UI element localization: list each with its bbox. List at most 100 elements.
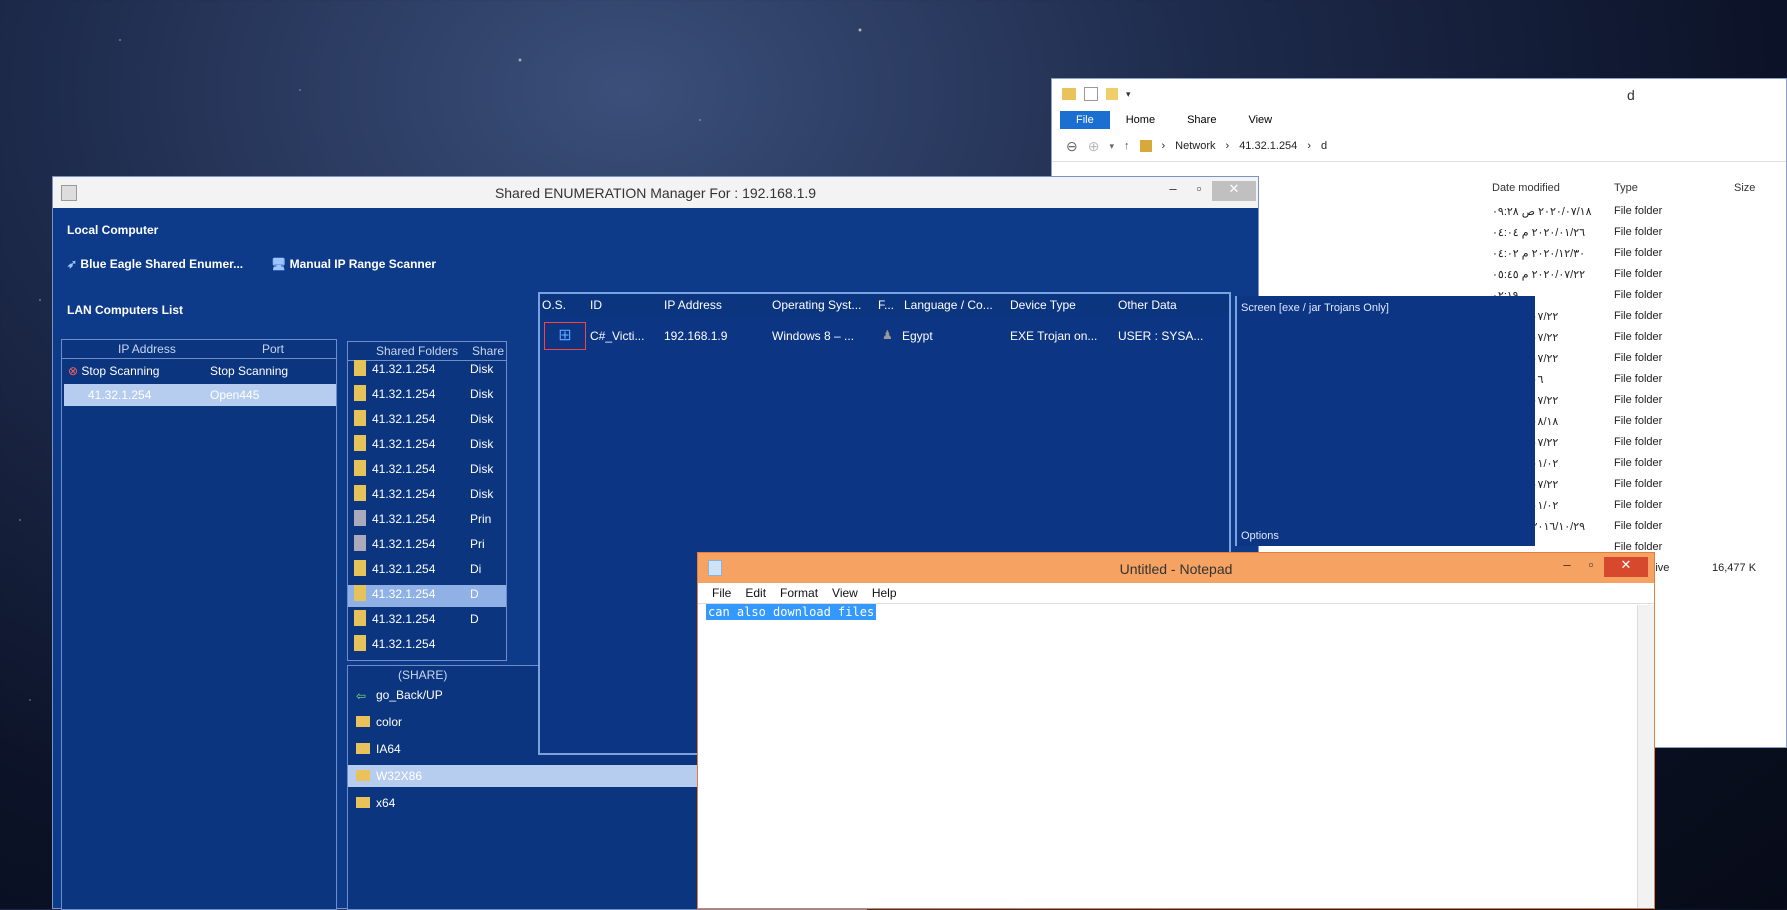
stop-icon: ⊗: [68, 364, 79, 378]
share-type: Disk: [470, 412, 494, 426]
sem-titlebar: Shared ENUMERATION Manager For : 192.168…: [53, 177, 1258, 208]
share-ip[interactable]: 41.32.1.254: [372, 487, 435, 501]
file-type: File folder: [1614, 457, 1663, 469]
file-type: File folder: [1614, 499, 1663, 511]
column-ip[interactable]: IP Address: [664, 298, 722, 312]
column-size[interactable]: Size: [1734, 182, 1755, 194]
file-date: ٢٠٢٠/١٢/٣٠ م ٠٤:٠٢: [1492, 248, 1586, 260]
breadcrumb-host[interactable]: 41.32.1.254: [1239, 140, 1297, 152]
folder-name[interactable]: color: [376, 715, 402, 729]
column-id[interactable]: ID: [590, 298, 602, 312]
file-type: File folder: [1614, 415, 1663, 427]
chevron-down-icon[interactable]: ▾: [1126, 89, 1131, 100]
breadcrumb-folder[interactable]: d: [1321, 140, 1327, 152]
chevron-right-icon: ›: [1225, 140, 1230, 152]
share-ip[interactable]: 41.32.1.254: [372, 412, 435, 426]
column-date-modified[interactable]: Date modified: [1492, 182, 1560, 194]
share-ip[interactable]: 41.32.1.254: [372, 512, 435, 526]
tab-home[interactable]: Home: [1110, 111, 1171, 129]
breadcrumb-network[interactable]: Network: [1175, 140, 1215, 152]
share-ip[interactable]: 41.32.1.254: [372, 437, 435, 451]
maximize-button[interactable]: ▫: [1184, 181, 1214, 201]
share-ip[interactable]: 41.32.1.254: [372, 562, 435, 576]
menu-edit[interactable]: Edit: [745, 586, 766, 600]
local-computer-label: Local Computer: [67, 223, 159, 237]
shared-folders-table: Shared Folders Share 41.32.1.254 Disk 41.3…: [347, 341, 507, 661]
file-type: File folder: [1614, 394, 1663, 406]
row-port: Stop Scanning: [210, 364, 289, 378]
file-type: File folder: [1614, 520, 1663, 532]
share-ip[interactable]: 41.32.1.254: [372, 362, 435, 376]
back-icon[interactable]: ⊖: [1066, 138, 1078, 155]
file-type: File folder: [1614, 289, 1663, 301]
column-port[interactable]: Port: [262, 342, 284, 356]
file-type: File folder: [1614, 310, 1663, 322]
column-other-data[interactable]: Other Data: [1118, 298, 1177, 312]
shared-folder-icon: [354, 385, 366, 401]
user-icon: ♟: [882, 328, 893, 342]
share-ip[interactable]: 41.32.1.254: [372, 587, 435, 601]
table-row[interactable]: ⊗ Stop Scanning: [68, 364, 159, 378]
file-type: File folder: [1614, 247, 1663, 259]
notepad-window: Untitled - Notepad – ▫ ✕ File Edit Forma…: [697, 552, 1655, 909]
window-title: d: [1627, 87, 1635, 103]
up-icon[interactable]: ↑: [1124, 140, 1130, 152]
share-type: D: [470, 612, 479, 626]
victim-ip: 192.168.1.9: [664, 329, 728, 343]
share-ip[interactable]: 41.32.1.254: [372, 537, 435, 551]
shared-folder-icon: [354, 610, 366, 626]
text-editor[interactable]: can also download files: [706, 604, 1634, 908]
share-ip[interactable]: 41.32.1.254: [372, 387, 435, 401]
folder-name[interactable]: x64: [376, 796, 395, 810]
menu-help[interactable]: Help: [872, 586, 897, 600]
lan-computers-table: IP Address Port ⊗ Stop Scanning Stop Sca…: [61, 339, 337, 910]
column-ip-address[interactable]: IP Address: [118, 342, 176, 356]
ribbon-tabs: File Home Share View: [1052, 109, 1786, 131]
file-date: ٢٠٢٠/٠٧/١٨ ص ٠٩:٢٨: [1492, 206, 1592, 218]
column-language[interactable]: Language / Co...: [904, 298, 993, 312]
share-ip[interactable]: 41.32.1.254: [372, 612, 435, 626]
new-folder-icon[interactable]: [1106, 88, 1118, 100]
file-type: File folder: [1614, 205, 1663, 217]
menu-view[interactable]: View: [832, 586, 858, 600]
victim-id: C#_Victi...: [590, 329, 645, 343]
maximize-button[interactable]: ▫: [1576, 557, 1606, 577]
close-button[interactable]: ✕: [1604, 557, 1648, 577]
column-share[interactable]: Share: [472, 344, 504, 358]
shared-folder-icon: [354, 435, 366, 451]
folder-name[interactable]: go_Back/UP: [376, 688, 443, 702]
tab-view[interactable]: View: [1232, 111, 1288, 129]
folder-icon: [356, 743, 370, 754]
forward-icon[interactable]: ⊕: [1088, 138, 1100, 155]
folder-name[interactable]: IA64: [376, 742, 401, 756]
computer-icon: 🖥: [271, 257, 287, 271]
address-bar[interactable]: ⊖ ⊕ ▾ ↑ › Network › 41.32.1.254 › d: [1052, 131, 1786, 162]
column-type[interactable]: Type: [1614, 182, 1638, 194]
options-label[interactable]: Options: [1241, 530, 1279, 542]
tab-file[interactable]: File: [1060, 111, 1110, 129]
chevron-right-icon: ›: [1161, 140, 1166, 152]
menu-file[interactable]: File: [712, 586, 731, 600]
victim-language: Egypt: [902, 329, 933, 343]
vertical-scrollbar[interactable]: [1637, 605, 1654, 908]
folder-name[interactable]: W32X86: [376, 769, 422, 783]
menu-format[interactable]: Format: [780, 586, 818, 600]
close-button[interactable]: ✕: [1212, 181, 1256, 201]
folder-icon: [356, 770, 370, 781]
properties-icon[interactable]: [1084, 87, 1098, 101]
column-device-type[interactable]: Device Type: [1010, 298, 1076, 312]
blue-eagle-label: Blue Eagle Shared Enumer...: [80, 257, 244, 271]
tab-share[interactable]: Share: [1171, 111, 1232, 129]
blue-eagle-button[interactable]: ➶ Blue Eagle Shared Enumer...: [67, 257, 243, 271]
share-ip[interactable]: 41.32.1.254: [372, 637, 435, 651]
selected-text[interactable]: can also download files: [706, 604, 877, 620]
share-ip[interactable]: 41.32.1.254: [372, 462, 435, 476]
manual-ip-scanner-button[interactable]: 🖥 Manual IP Range Scanner: [271, 257, 436, 271]
victim-row[interactable]: ⊞ C#_Victi... 192.168.1.9 Windows 8 – ..…: [540, 320, 1229, 352]
column-operating-system[interactable]: Operating Syst...: [772, 298, 861, 312]
file-type: File folder: [1614, 352, 1663, 364]
column-f[interactable]: F...: [878, 298, 894, 312]
column-shared-folders[interactable]: Shared Folders: [376, 344, 458, 358]
column-os[interactable]: O.S.: [542, 298, 566, 312]
chevron-down-icon[interactable]: ▾: [1109, 141, 1114, 152]
